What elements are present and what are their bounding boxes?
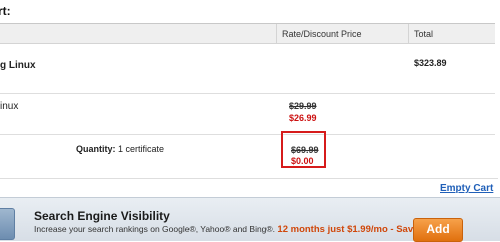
line-item-name: inux bbox=[0, 101, 19, 112]
price-highlight-box bbox=[281, 131, 326, 168]
page-title: rt: bbox=[0, 4, 11, 18]
promo-offer: 12 months just $1.99/mo - Save 80%! bbox=[277, 224, 414, 235]
header-rate-discount: Rate/Discount Price bbox=[282, 29, 362, 39]
column-divider bbox=[276, 24, 277, 43]
promo-title: Search Engine Visibility bbox=[34, 209, 170, 223]
quantity-value: 1 certificate bbox=[118, 144, 165, 154]
promo-description-text: Increase your search rankings on Google®… bbox=[34, 224, 276, 234]
promo-description: Increase your search rankings on Google®… bbox=[34, 224, 414, 241]
quantity-label: Quantity: bbox=[76, 144, 116, 154]
header-total: Total bbox=[414, 29, 434, 39]
row-divider bbox=[0, 93, 495, 94]
line-item-original-price: $29.99 bbox=[289, 101, 317, 111]
product-name: g Linux bbox=[0, 60, 36, 71]
table-header: Rate/Discount Price Total bbox=[0, 24, 495, 44]
product-total: $323.89 bbox=[414, 58, 447, 68]
table-bottom-divider bbox=[0, 178, 498, 179]
line-item-discount-price: $26.99 bbox=[289, 113, 317, 123]
quantity-info: Quantity: 1 certificate bbox=[76, 144, 164, 154]
cart-table: Rate/Discount Price Total g Linux $323.8… bbox=[0, 23, 495, 184]
row-divider bbox=[0, 134, 495, 135]
product-box-icon bbox=[0, 208, 15, 240]
empty-cart-link[interactable]: Empty Cart bbox=[440, 183, 493, 194]
column-divider bbox=[408, 24, 409, 43]
add-button[interactable]: Add bbox=[413, 218, 463, 242]
